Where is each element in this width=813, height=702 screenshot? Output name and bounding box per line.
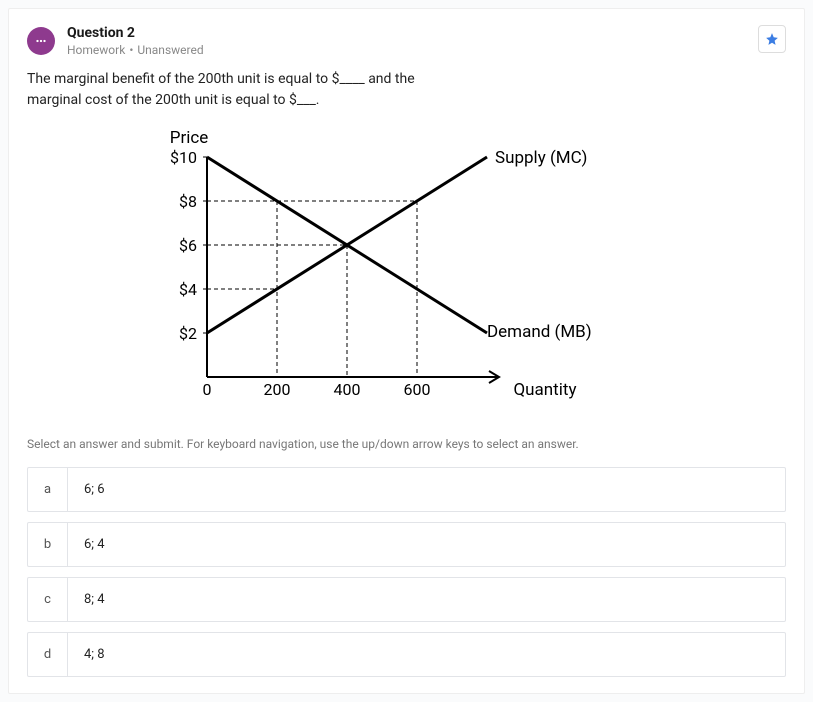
question-card: Question 2 Homework•Unanswered The margi… — [8, 8, 805, 694]
star-icon — [765, 32, 779, 46]
y-tick-8: $8 — [179, 192, 197, 211]
supply-label: Supply (MC) — [495, 148, 587, 168]
category-label: Homework — [67, 43, 125, 57]
bookmark-button[interactable] — [758, 25, 786, 53]
option-d[interactable]: d 4; 8 — [27, 632, 786, 677]
y-axis-label: Price — [170, 128, 209, 148]
question-title: Question 2 — [67, 25, 204, 41]
x-tick-600: 600 — [404, 380, 431, 399]
x-tick-200: 200 — [264, 380, 291, 399]
option-c[interactable]: c 8; 4 — [27, 577, 786, 622]
y-tick-6: $6 — [179, 236, 197, 255]
chat-icon — [27, 27, 55, 55]
option-text: 8; 4 — [68, 578, 121, 621]
question-subtitle: Homework•Unanswered — [67, 43, 204, 57]
y-tick-10: $10 — [170, 148, 197, 167]
x-tick-0: 0 — [203, 380, 212, 399]
option-b[interactable]: b 6; 4 — [27, 522, 786, 567]
option-text: 6; 6 — [68, 468, 121, 511]
option-key: a — [28, 468, 68, 511]
option-key: d — [28, 633, 68, 676]
demand-label: Demand (MB) — [487, 322, 592, 342]
question-line-1: The marginal benefit of the 200th unit i… — [27, 69, 786, 90]
option-text: 6; 4 — [68, 523, 121, 566]
supply-demand-chart: $10 $8 $6 $4 $2 0 200 400 600 — [127, 127, 786, 421]
option-key: c — [28, 578, 68, 621]
option-a[interactable]: a 6; 6 — [27, 467, 786, 512]
status-label: Unanswered — [137, 43, 203, 57]
x-axis-label: Quantity — [513, 380, 576, 400]
answer-options: a 6; 6 b 6; 4 c 8; 4 d 4; 8 — [27, 467, 786, 677]
question-line-2: marginal cost of the 200th unit is equal… — [27, 90, 786, 111]
question-header: Question 2 Homework•Unanswered — [27, 25, 786, 57]
instructions-text: Select an answer and submit. For keyboar… — [27, 437, 786, 451]
y-tick-4: $4 — [179, 280, 197, 299]
option-key: b — [28, 523, 68, 566]
option-text: 4; 8 — [68, 633, 121, 676]
question-text: The marginal benefit of the 200th unit i… — [27, 69, 786, 111]
x-tick-400: 400 — [334, 380, 361, 399]
y-tick-2: $2 — [179, 324, 197, 343]
